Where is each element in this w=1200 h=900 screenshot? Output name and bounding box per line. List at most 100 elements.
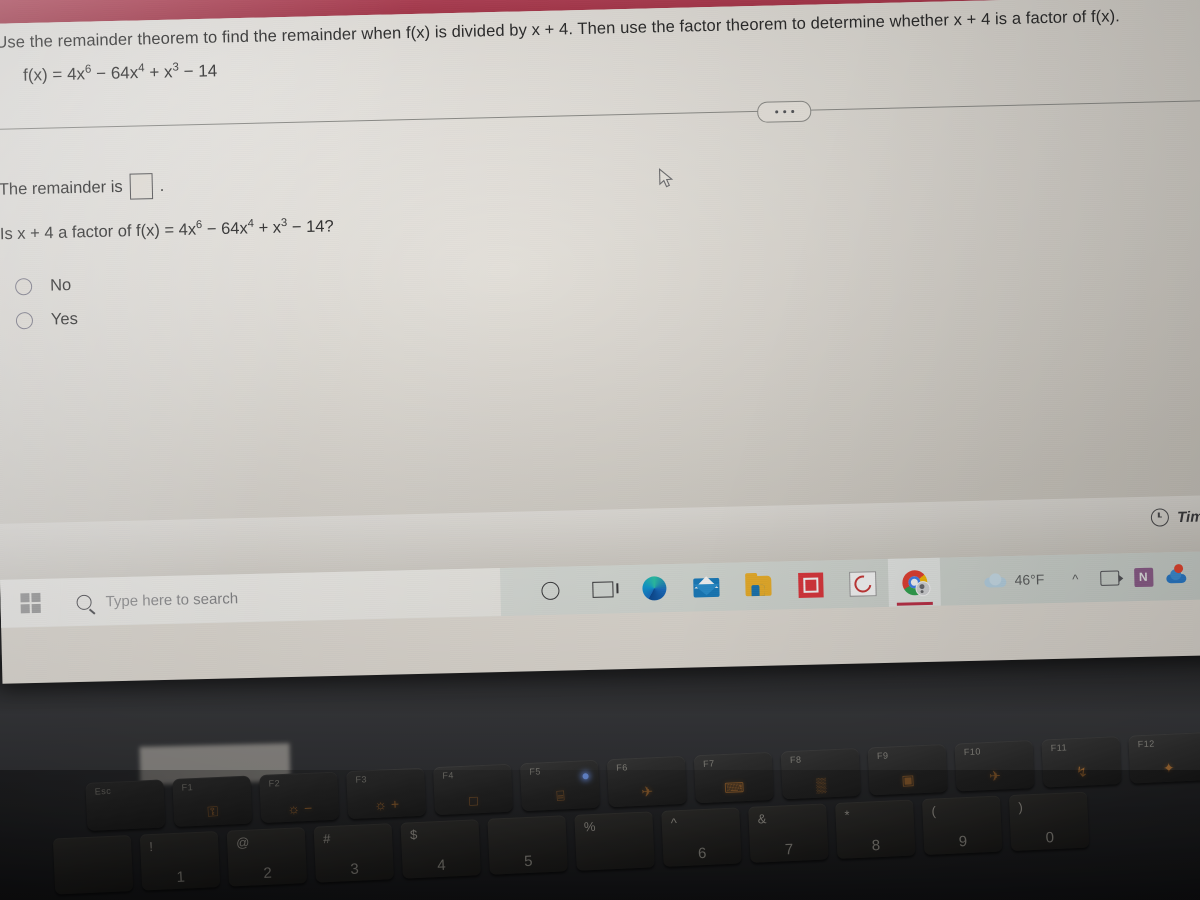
- key-tilde[interactable]: [52, 834, 134, 895]
- key-0[interactable]: ) 0: [1008, 791, 1090, 852]
- win-tile-3: [20, 604, 30, 614]
- start-button[interactable]: [0, 578, 62, 628]
- radio-yes-icon[interactable]: [15, 311, 34, 329]
- ellipsis-dot-3: [790, 110, 794, 114]
- taskbar-search[interactable]: Type here to search: [60, 568, 502, 627]
- win-tile-4: [31, 604, 41, 614]
- key-f10-label: F10: [963, 746, 982, 758]
- sync-status-tray-icon[interactable]: [1194, 551, 1200, 600]
- key-2-label: @: [235, 834, 251, 851]
- key-f9-glyph: ▣: [901, 771, 916, 788]
- edge-button[interactable]: [628, 564, 681, 613]
- key-f6-glyph: ✈: [641, 783, 654, 800]
- file-explorer-button[interactable]: [732, 561, 785, 610]
- key-f7[interactable]: F7 ⌨: [693, 751, 774, 804]
- key-8[interactable]: * 8: [835, 799, 916, 859]
- key-7-glyph: 7: [784, 840, 794, 859]
- key-1[interactable]: ! 1: [139, 831, 221, 891]
- windows-logo-icon: [20, 592, 41, 614]
- time-remaining-label: Time R: [1176, 507, 1200, 526]
- system-tray: 46°F ^ N: [978, 551, 1200, 605]
- key-f2[interactable]: F2 ☼ −: [259, 771, 340, 824]
- key-f4-glyph: □: [468, 792, 479, 809]
- time-remaining-indicator[interactable]: Time R: [1150, 507, 1200, 527]
- key-2-glyph: 2: [263, 864, 273, 882]
- function-definition: f(x) = 4x6 − 64x4 + x3 − 14: [23, 61, 218, 86]
- key-f8[interactable]: F8 ▒: [780, 747, 861, 800]
- mouse-cursor-icon: [658, 167, 676, 190]
- key-esc[interactable]: Esc: [85, 779, 166, 831]
- key-4[interactable]: $4: [400, 819, 481, 879]
- record-stop-icon: [797, 571, 824, 598]
- factor-question: Is x + 4 a factor of f(x) = 4x6 − 64x4 +…: [0, 216, 334, 244]
- key-6-label: ^: [670, 815, 678, 831]
- key-3-label: #: [322, 830, 332, 847]
- screen-recorder-button[interactable]: [784, 560, 837, 609]
- key-f1[interactable]: F1 ⚿: [172, 775, 253, 827]
- key-f5[interactable]: F5 ⌸: [519, 759, 601, 812]
- key-f10[interactable]: F10 ✈: [954, 739, 1035, 792]
- key-f3-label: F3: [355, 774, 368, 785]
- weather-widget[interactable]: 46°F: [978, 571, 1058, 589]
- onenote-tray-icon[interactable]: N: [1126, 553, 1161, 602]
- key-6[interactable]: ^ 6: [661, 807, 742, 867]
- key-f4-label: F4: [442, 770, 455, 781]
- fn-lead: f(x) = 4x: [22, 64, 86, 85]
- key-1-label: !: [148, 838, 154, 855]
- key-0-glyph: 0: [1045, 829, 1055, 847]
- key-f6[interactable]: F6 ✈: [606, 755, 687, 808]
- keyboard-led-indicator: [582, 773, 589, 780]
- key-0-label: ): [1018, 799, 1024, 815]
- key-percent-glyph: [577, 864, 655, 868]
- key-3[interactable]: #3: [313, 823, 395, 883]
- fq-lead: Is x + 4 a factor of f(x) = 4x: [0, 220, 197, 244]
- key-percent[interactable]: %: [574, 811, 655, 871]
- key-f12-glyph: ✦: [1162, 759, 1176, 777]
- key-9[interactable]: (9: [921, 795, 1003, 856]
- onedrive-icon: [1166, 563, 1188, 584]
- laptop-screen: Use the remainder theorem to find the re…: [0, 0, 1200, 684]
- key-f6-label: F6: [615, 762, 628, 773]
- task-view-button[interactable]: [576, 565, 629, 614]
- more-options-button[interactable]: [756, 100, 812, 123]
- key-f9[interactable]: F9 ▣: [867, 743, 948, 796]
- cloud-icon: [984, 573, 1006, 588]
- key-f11[interactable]: F11 ↯: [1041, 736, 1122, 788]
- key-f12[interactable]: F12 ✦: [1128, 732, 1200, 784]
- taskbar-pinned-apps: [524, 557, 941, 616]
- key-4-label: $: [409, 826, 419, 843]
- cortana-button[interactable]: [524, 566, 577, 615]
- remainder-label: The remainder is: [0, 177, 123, 199]
- radio-no-icon[interactable]: [14, 277, 33, 295]
- key-f3[interactable]: F3 ☼ +: [346, 767, 427, 820]
- win-tile-2: [31, 592, 41, 602]
- key-4-glyph: 4: [436, 856, 447, 875]
- key-f7-glyph: ⌨: [723, 779, 745, 797]
- radio-option-yes[interactable]: Yes: [15, 302, 79, 337]
- show-hidden-icons-button[interactable]: ^: [1058, 571, 1092, 587]
- remainder-input[interactable]: [129, 173, 153, 200]
- weather-temperature: 46°F: [1014, 571, 1045, 588]
- answer-choice-list: No Yes: [14, 268, 79, 337]
- radio-option-no[interactable]: No: [14, 268, 78, 303]
- key-esc-label: Esc: [94, 785, 112, 797]
- key-2[interactable]: @2: [226, 827, 308, 887]
- circle-icon: [541, 581, 560, 601]
- webcam-tray-icon[interactable]: [1092, 553, 1127, 602]
- mail-button[interactable]: [680, 563, 733, 612]
- onedrive-tray-icon[interactable]: [1160, 552, 1195, 601]
- key-9-label: (: [931, 803, 937, 819]
- key-f4[interactable]: F4 □: [433, 763, 514, 816]
- key-5[interactable]: 5: [487, 815, 568, 875]
- edge-icon: [642, 576, 667, 601]
- key-f5-glyph: ⌸: [555, 787, 565, 804]
- remainder-period: .: [159, 176, 165, 195]
- key-7[interactable]: & 7: [748, 803, 829, 863]
- search-input[interactable]: Type here to search: [105, 590, 238, 610]
- key-f1-glyph: ⚿: [207, 803, 219, 820]
- question-content-area: Use the remainder theorem to find the re…: [0, 0, 1200, 580]
- task-view-icon: [591, 581, 614, 598]
- chrome-button[interactable]: [887, 557, 941, 607]
- sync-app-button[interactable]: [836, 559, 889, 608]
- key-f2-glyph: ☼ −: [286, 799, 313, 817]
